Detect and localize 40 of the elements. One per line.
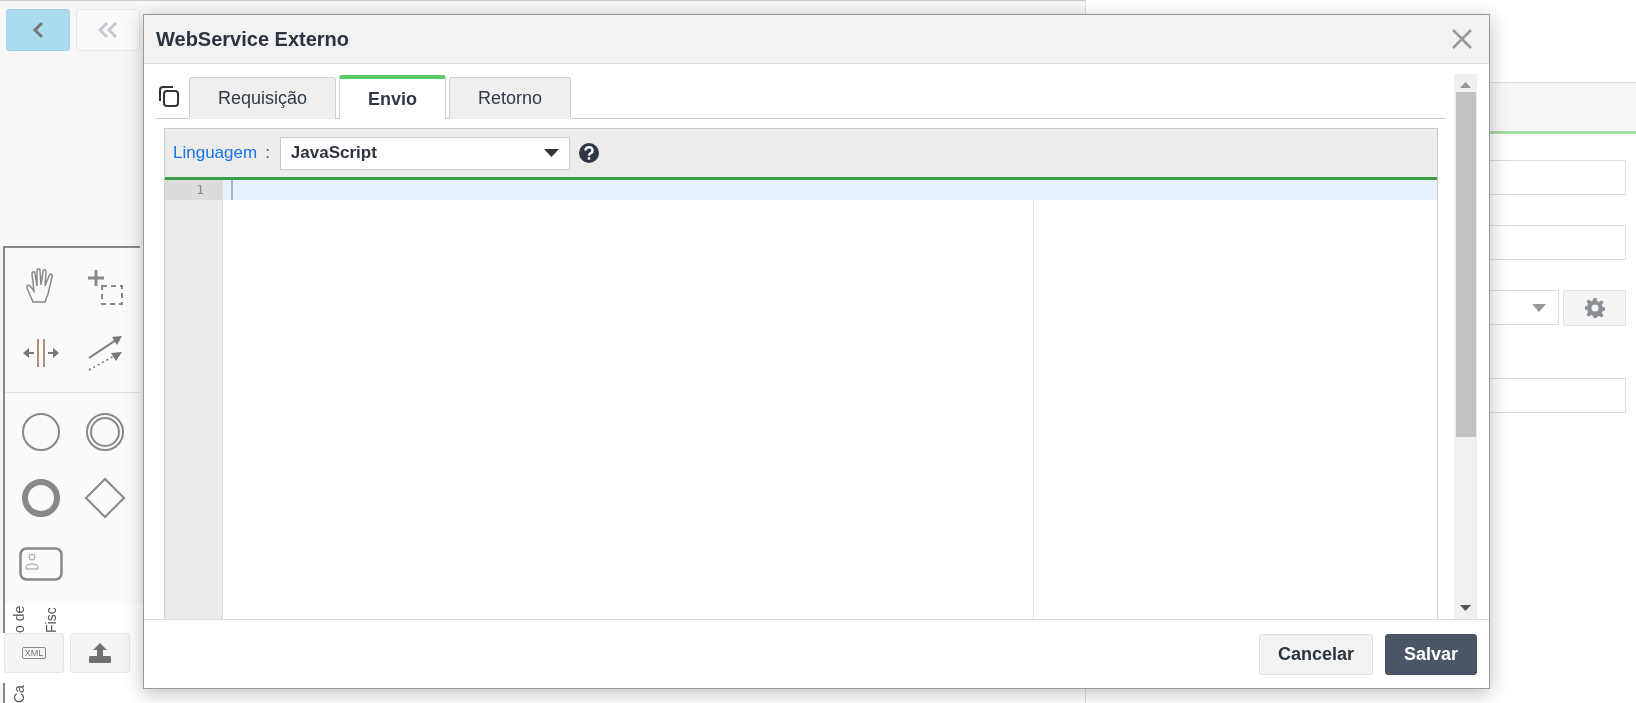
user-task-icon[interactable] xyxy=(19,547,63,581)
scroll-up-icon[interactable] xyxy=(1460,82,1471,88)
connect-arrows-icon[interactable] xyxy=(86,334,124,372)
save-button[interactable]: Salvar xyxy=(1384,633,1477,675)
double-chevron-left-icon xyxy=(97,21,119,39)
tab[interactable]: Requisição xyxy=(189,77,337,119)
settings-button[interactable] xyxy=(1563,290,1626,326)
scrollbar-thumb[interactable] xyxy=(1455,92,1476,437)
vertical-label: Fisc xyxy=(43,606,59,633)
settings-icon xyxy=(1584,298,1605,318)
lasso-icon[interactable] xyxy=(86,268,124,306)
circle-icon[interactable] xyxy=(21,412,61,452)
close-icon xyxy=(1451,28,1473,50)
caret-down-icon xyxy=(1532,303,1546,312)
copy-icon[interactable] xyxy=(156,84,180,108)
upload-icon xyxy=(88,642,112,664)
scrollbar[interactable] xyxy=(1454,74,1477,619)
tab[interactable]: Retorno xyxy=(449,77,572,119)
back-button[interactable] xyxy=(6,9,70,51)
thick-circle-icon[interactable] xyxy=(21,478,61,518)
upload-button[interactable] xyxy=(70,633,130,673)
space-tool-icon[interactable] xyxy=(21,337,61,369)
cancel-button[interactable]: Cancelar xyxy=(1258,633,1373,675)
label-separator: : xyxy=(265,143,270,163)
xml-button[interactable]: XML xyxy=(4,633,64,673)
scroll-down-icon[interactable] xyxy=(1460,605,1471,611)
caret-down-icon xyxy=(543,149,559,157)
double-circle-icon[interactable] xyxy=(85,412,125,452)
text-cursor xyxy=(231,180,233,200)
tab[interactable]: Envio xyxy=(339,75,447,119)
language-select[interactable]: JavaScript xyxy=(279,136,570,170)
diamond-icon[interactable] xyxy=(84,477,126,519)
help-icon[interactable] xyxy=(577,142,600,164)
code-editor[interactable]: Linguagem : JavaScript 1 xyxy=(164,128,1438,619)
chevron-left-icon xyxy=(32,21,44,39)
language-label: Linguagem xyxy=(173,143,258,163)
dialog-title: WebService Externo xyxy=(156,27,350,51)
vertical-label: Ca xyxy=(11,684,27,703)
vertical-label: o de xyxy=(11,604,27,633)
line-number: 1 xyxy=(165,180,222,200)
